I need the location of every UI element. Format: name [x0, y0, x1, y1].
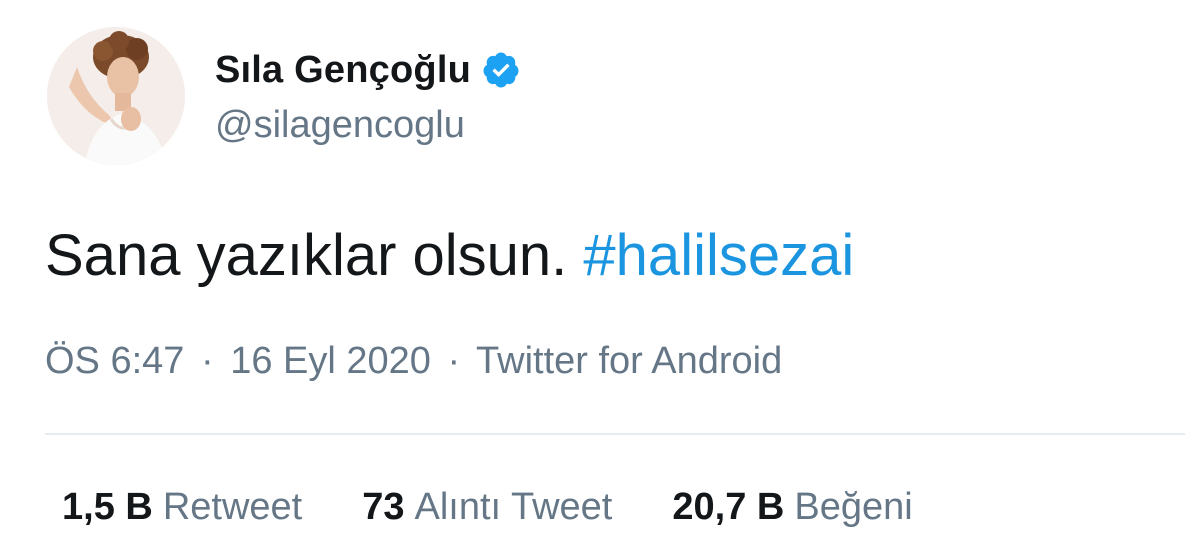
user-name-row: Sıla Gençoğlu [215, 44, 521, 96]
meta-separator: · [200, 340, 214, 382]
tweet-card: Sıla Gençoğlu @silagencoglu Sana yazıkla… [0, 0, 1185, 555]
tweet-time[interactable]: ÖS 6:47 [45, 340, 184, 382]
tweet-text-body: Sana yazıklar olsun. [45, 223, 568, 288]
like-stat[interactable]: 20,7 B Beğeni [672, 486, 912, 529]
avatar-image [47, 27, 185, 165]
quote-label: Alıntı Tweet [414, 486, 613, 528]
quote-stat[interactable]: 73 Alıntı Tweet [362, 486, 612, 529]
verified-badge-icon [481, 50, 521, 90]
display-name[interactable]: Sıla Gençoğlu [215, 49, 471, 92]
user-handle[interactable]: @silagencoglu [215, 104, 465, 147]
like-count: 20,7 B [672, 486, 785, 528]
hashtag-link[interactable]: #halilsezai [583, 223, 854, 288]
avatar[interactable] [47, 27, 185, 165]
tweet-meta: ÖS 6:47 · 16 Eyl 2020 · Twitter for Andr… [45, 340, 782, 383]
tweet-source[interactable]: Twitter for Android [476, 340, 782, 382]
quote-count: 73 [362, 486, 405, 528]
like-label: Beğeni [794, 486, 913, 528]
tweet-stats: 1,5 B Retweet 73 Alıntı Tweet 20,7 B Beğeni [62, 486, 973, 529]
retweet-label: Retweet [162, 486, 303, 528]
divider [45, 433, 1185, 435]
retweet-stat[interactable]: 1,5 B Retweet [62, 486, 302, 529]
retweet-count: 1,5 B [62, 486, 153, 528]
tweet-date[interactable]: 16 Eyl 2020 [230, 340, 431, 382]
meta-separator: · [447, 340, 461, 382]
tweet-text: Sana yazıklar olsun. #halilsezai [45, 222, 854, 289]
